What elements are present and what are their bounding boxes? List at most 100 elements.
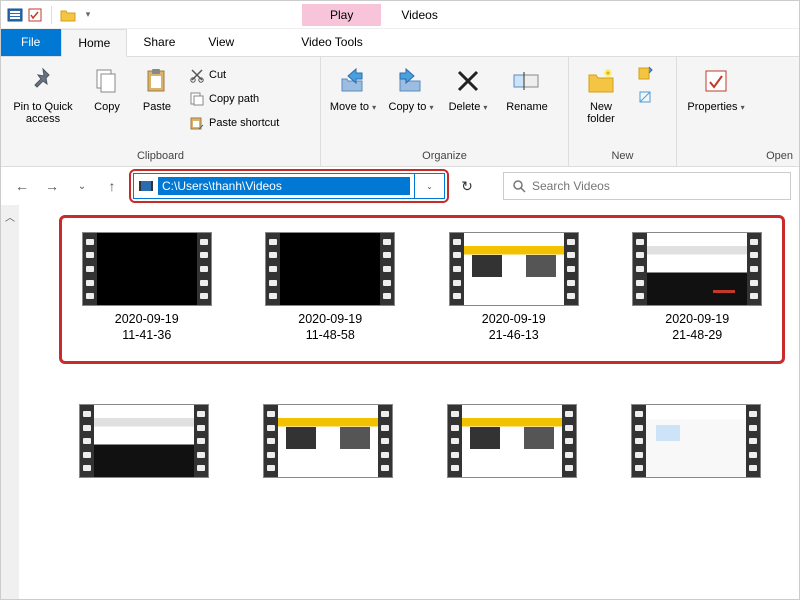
video-thumbnail xyxy=(265,232,395,306)
paste-shortcut-button[interactable]: Paste shortcut xyxy=(185,113,283,133)
ribbon-tabs: File Home Share View Video Tools xyxy=(1,29,799,57)
file-item[interactable]: 2020-09-1921-48-29 xyxy=(623,232,773,343)
copy-path-label: Copy path xyxy=(209,93,259,105)
copy-path-icon xyxy=(189,91,205,107)
navigation-bar: ← → ⌄ ↑ C:\Users\thanh\Videos ⌄ ↻ xyxy=(1,167,799,205)
move-to-label: Move to ▾ xyxy=(330,101,376,113)
organize-group-label: Organize xyxy=(327,148,562,162)
properties-label: Properties ▾ xyxy=(687,101,744,113)
copy-icon xyxy=(91,65,123,97)
video-folder-icon xyxy=(138,178,154,194)
properties-icon xyxy=(700,65,732,97)
move-to-icon xyxy=(337,65,369,97)
title-bar: ▾ Play Videos xyxy=(1,1,799,29)
copy-to-label: Copy to ▾ xyxy=(389,101,434,113)
file-item[interactable] xyxy=(69,404,219,478)
tab-share[interactable]: Share xyxy=(127,29,192,56)
paste-label: Paste xyxy=(143,101,171,113)
explorer-window: ▾ Play Videos File Home Share View Video… xyxy=(0,0,800,600)
video-thumbnail xyxy=(263,404,393,478)
scroll-up-icon[interactable]: ︿ xyxy=(5,209,15,224)
context-tab-play[interactable]: Play xyxy=(302,4,381,26)
paste-button[interactable]: Paste xyxy=(135,61,179,117)
video-thumbnail xyxy=(632,232,762,306)
delete-icon xyxy=(452,65,484,97)
new-item-button[interactable] xyxy=(633,63,657,83)
clipboard-group-label: Clipboard xyxy=(7,148,314,162)
new-group-label: New xyxy=(575,148,670,162)
file-item[interactable]: 2020-09-1911-48-58 xyxy=(256,232,406,343)
copy-to-button[interactable]: Copy to ▾ xyxy=(385,61,437,117)
paste-shortcut-icon xyxy=(189,115,205,131)
video-thumbnail xyxy=(82,232,212,306)
video-thumbnail xyxy=(447,404,577,478)
tab-view[interactable]: View xyxy=(192,29,251,56)
file-item[interactable]: 2020-09-1921-46-13 xyxy=(439,232,589,343)
chevron-down-icon: ▾ xyxy=(483,103,487,112)
search-icon xyxy=(512,179,526,193)
delete-button[interactable]: Delete ▾ xyxy=(443,61,493,117)
easy-access-button[interactable] xyxy=(633,87,657,107)
refresh-button[interactable]: ↻ xyxy=(453,172,481,200)
rename-label: Rename xyxy=(506,101,548,113)
ribbon-group-clipboard: Pin to Quick access Copy Paste xyxy=(1,57,321,166)
address-bar[interactable]: C:\Users\thanh\Videos xyxy=(133,173,415,199)
copy-path-button[interactable]: Copy path xyxy=(185,89,283,109)
highlighted-file-row: 2020-09-1911-41-36 2020-09-1911-48-58 xyxy=(59,215,785,364)
ribbon: Pin to Quick access Copy Paste xyxy=(1,57,799,167)
ribbon-group-open: Properties ▾ Open xyxy=(677,57,799,166)
move-to-button[interactable]: Move to ▾ xyxy=(327,61,379,117)
chevron-down-icon: ⌄ xyxy=(426,182,433,191)
cut-button[interactable]: Cut xyxy=(185,65,283,85)
tab-video-tools[interactable]: Video Tools xyxy=(285,29,380,56)
qat-dropdown-icon[interactable]: ▾ xyxy=(80,7,96,23)
scrollbar[interactable]: ︿ xyxy=(1,205,19,599)
forward-button[interactable]: → xyxy=(39,173,65,199)
rename-icon xyxy=(511,65,543,97)
address-text[interactable]: C:\Users\thanh\Videos xyxy=(158,177,410,195)
open-group-label: Open xyxy=(683,148,793,162)
quick-access-toolbar: ▾ xyxy=(1,6,102,24)
copy-to-icon xyxy=(395,65,427,97)
file-item[interactable] xyxy=(253,404,403,478)
tab-file[interactable]: File xyxy=(1,29,61,56)
file-item[interactable] xyxy=(621,404,771,478)
cut-icon xyxy=(189,67,205,83)
file-name: 2020-09-1921-48-29 xyxy=(665,312,729,343)
properties-button[interactable]: Properties ▾ xyxy=(683,61,749,117)
items-pane[interactable]: 2020-09-1911-41-36 2020-09-1911-48-58 xyxy=(19,205,799,599)
chevron-down-icon: ▾ xyxy=(372,103,376,112)
paste-icon xyxy=(141,65,173,97)
file-row xyxy=(59,404,785,478)
search-input[interactable] xyxy=(532,179,782,193)
new-item-icon xyxy=(637,65,653,81)
window-title: Videos xyxy=(401,8,437,22)
address-bar-highlight: C:\Users\thanh\Videos ⌄ xyxy=(129,169,449,203)
easy-access-icon xyxy=(637,89,653,105)
properties-qat-icon[interactable] xyxy=(27,7,43,23)
paste-shortcut-label: Paste shortcut xyxy=(209,117,279,129)
explorer-icon xyxy=(7,7,23,23)
recent-locations-button[interactable]: ⌄ xyxy=(69,173,95,199)
new-folder-button[interactable]: New folder xyxy=(575,61,627,129)
folder-qat-icon[interactable] xyxy=(60,7,76,23)
pin-label: Pin to Quick access xyxy=(9,101,77,125)
pin-icon xyxy=(27,65,59,97)
new-folder-icon xyxy=(585,65,617,97)
rename-button[interactable]: Rename xyxy=(499,61,555,117)
pin-to-quick-access-button[interactable]: Pin to Quick access xyxy=(7,61,79,129)
file-item[interactable] xyxy=(437,404,587,478)
file-item[interactable]: 2020-09-1911-41-36 xyxy=(72,232,222,343)
copy-label: Copy xyxy=(94,101,120,113)
file-name: 2020-09-1911-41-36 xyxy=(115,312,179,343)
up-button[interactable]: ↑ xyxy=(99,173,125,199)
search-box[interactable] xyxy=(503,172,791,200)
tab-home[interactable]: Home xyxy=(61,29,127,57)
ribbon-group-organize: Move to ▾ Copy to ▾ Delete ▾ xyxy=(321,57,569,166)
back-button[interactable]: ← xyxy=(9,173,35,199)
qat-divider xyxy=(51,6,52,24)
file-name: 2020-09-1921-46-13 xyxy=(482,312,546,343)
delete-label: Delete ▾ xyxy=(449,101,488,113)
address-dropdown-button[interactable]: ⌄ xyxy=(415,173,445,199)
copy-button[interactable]: Copy xyxy=(85,61,129,117)
